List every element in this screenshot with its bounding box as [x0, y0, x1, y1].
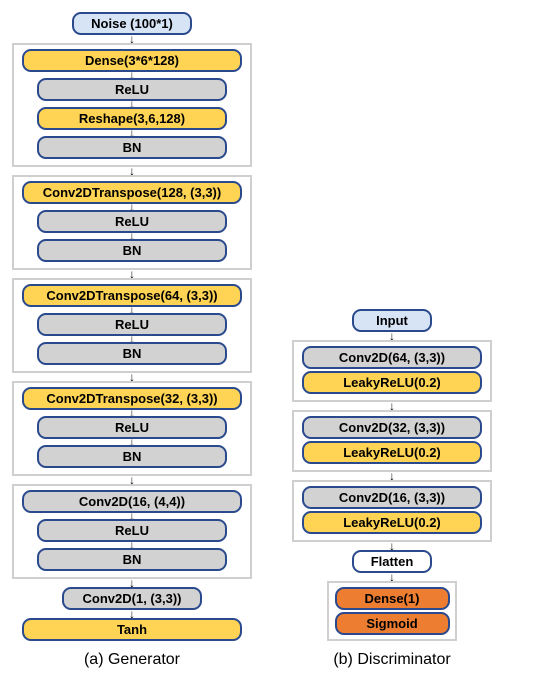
disc-dense1: Dense(1): [335, 587, 450, 610]
gen-bn: BN: [37, 548, 227, 571]
arrow-icon: ↓: [389, 542, 395, 550]
arrow-icon: ↓: [129, 579, 135, 587]
disc-leakyrelu: LeakyReLU(0.2): [302, 371, 482, 394]
disc-leakyrelu: LeakyReLU(0.2): [302, 441, 482, 464]
disc-leakyrelu: LeakyReLU(0.2): [302, 511, 482, 534]
disc-block3: Conv2D(16, (3,3)) LeakyReLU(0.2): [292, 480, 492, 542]
disc-conv64: Conv2D(64, (3,3)): [302, 346, 482, 369]
arrow-icon: ↓: [389, 332, 395, 340]
gen-block4: Conv2DTranspose(32, (3,3)) ↓ ReLU ↓ BN: [12, 381, 252, 476]
arrow-icon: ↓: [129, 270, 135, 278]
disc-conv16: Conv2D(16, (3,3)): [302, 486, 482, 509]
gen-bn: BN: [37, 239, 227, 262]
gen-block3: Conv2DTranspose(64, (3,3)) ↓ ReLU ↓ BN: [12, 278, 252, 373]
disc-out-group: Dense(1) Sigmoid: [327, 581, 457, 641]
gen-block2: Conv2DTranspose(128, (3,3)) ↓ ReLU ↓ BN: [12, 175, 252, 270]
arrow-icon: ↓: [129, 167, 135, 175]
disc-block2: Conv2D(32, (3,3)) LeakyReLU(0.2): [292, 410, 492, 472]
arrow-icon: ↓: [389, 573, 395, 581]
gen-block5: Conv2D(16, (4,4)) ↓ ReLU ↓ BN: [12, 484, 252, 579]
arrow-icon: ↓: [389, 402, 395, 410]
discriminator-column: Input ↓ Conv2D(64, (3,3)) LeakyReLU(0.2)…: [292, 309, 492, 669]
gen-tanh: Tanh: [22, 618, 242, 641]
gen-bn: BN: [37, 136, 227, 159]
gen-caption: (a) Generator: [84, 651, 180, 669]
arrow-icon: ↓: [129, 610, 135, 618]
arrow-icon: ↓: [129, 373, 135, 381]
gen-bn: BN: [37, 342, 227, 365]
gen-block1: Dense(3*6*128) ↓ ReLU ↓ Reshape(3,6,128)…: [12, 43, 252, 167]
disc-sigmoid: Sigmoid: [335, 612, 450, 635]
disc-conv32: Conv2D(32, (3,3)): [302, 416, 482, 439]
disc-block1: Conv2D(64, (3,3)) LeakyReLU(0.2): [292, 340, 492, 402]
generator-column: Noise (100*1) ↓ Dense(3*6*128) ↓ ReLU ↓ …: [12, 12, 252, 669]
gen-bn: BN: [37, 445, 227, 468]
arrow-icon: ↓: [129, 476, 135, 484]
arrow-icon: ↓: [129, 35, 135, 43]
arrow-icon: ↓: [389, 472, 395, 480]
disc-caption: (b) Discriminator: [333, 651, 450, 669]
